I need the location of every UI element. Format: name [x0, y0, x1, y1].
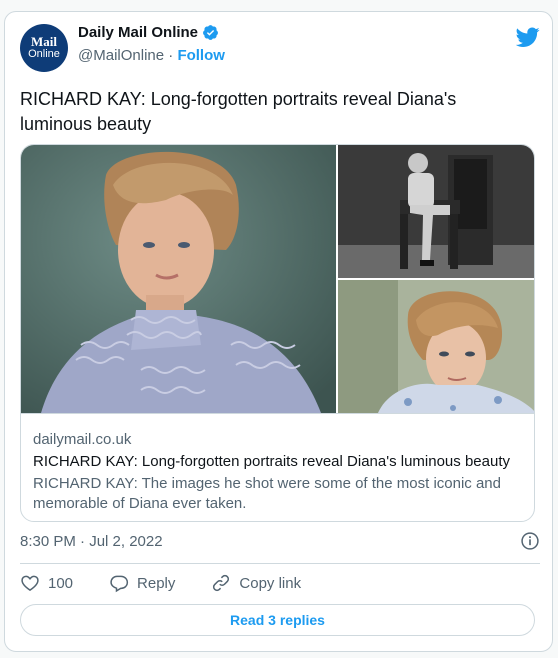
link-card-info[interactable]: dailymail.co.uk RICHARD KAY: Long-forgot…: [21, 413, 534, 521]
copy-link-icon: [213, 574, 230, 592]
reply-button[interactable]: Reply: [109, 573, 175, 593]
reply-icon: [110, 575, 129, 593]
follow-button[interactable]: Follow: [177, 47, 225, 64]
like-count: 100: [48, 574, 74, 592]
avatar-text-online: Online: [28, 48, 60, 60]
info-icon[interactable]: [520, 531, 540, 551]
divider: [20, 563, 540, 564]
photographer-image[interactable]: [338, 145, 534, 278]
author-handle-row: @MailOnline · Follow: [78, 47, 225, 64]
like-button[interactable]: 100: [20, 573, 73, 593]
author-handle[interactable]: @MailOnline: [78, 47, 164, 64]
actress-image[interactable]: [338, 280, 534, 413]
tweet-text: RICHARD KAY: Long-forgotten portraits re…: [20, 89, 457, 134]
author-name-row[interactable]: Daily Mail Online: [78, 24, 219, 41]
twitter-bird-icon[interactable]: [516, 25, 540, 49]
copy-link-button[interactable]: Copy link: [211, 573, 301, 593]
reply-label: Reply: [137, 574, 176, 592]
avatar[interactable]: Mail Online: [20, 24, 68, 72]
action-bar: 100 Reply Copy link: [20, 573, 337, 593]
link-description: RICHARD KAY: The images he shot were som…: [33, 475, 501, 512]
read-replies-button[interactable]: Read 3 replies: [20, 604, 535, 636]
author-name[interactable]: Daily Mail Online: [78, 24, 198, 41]
verified-badge-icon: [203, 25, 218, 40]
heart-icon: [21, 575, 39, 591]
link-title: RICHARD KAY: Long-forgotten portraits re…: [33, 453, 510, 470]
link-domain: dailymail.co.uk: [33, 431, 132, 448]
link-preview-card[interactable]: dailymail.co.uk RICHARD KAY: Long-forgot…: [20, 144, 535, 522]
avatar-text-mail: Mail: [31, 34, 57, 49]
portrait-image-main[interactable]: [21, 145, 336, 413]
copy-link-label: Copy link: [239, 574, 302, 592]
tweet-timestamp[interactable]: 8:30 PM · Jul 2, 2022: [20, 533, 163, 550]
